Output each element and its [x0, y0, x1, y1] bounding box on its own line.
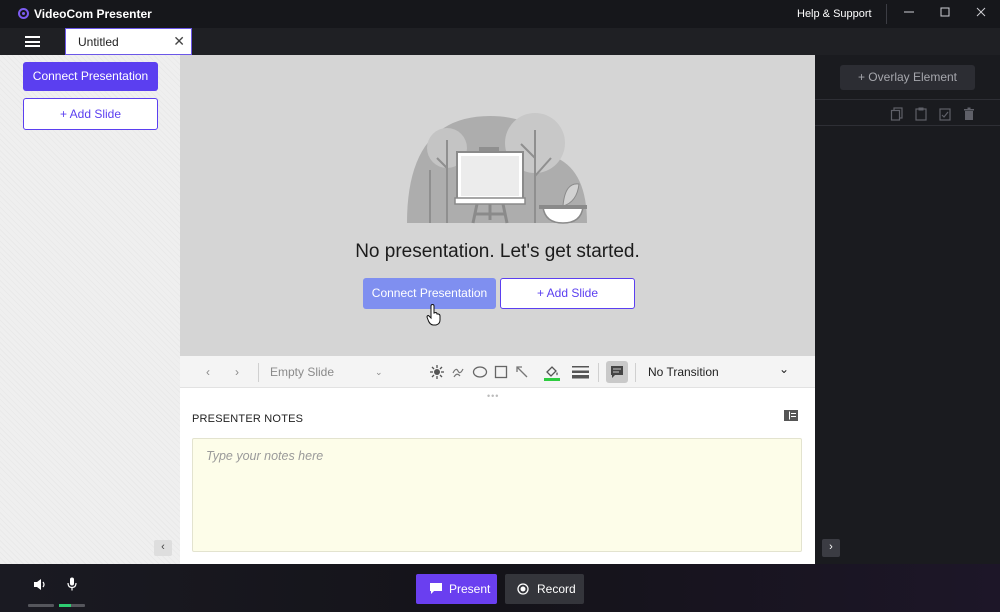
paste-special-icon[interactable]: [938, 107, 952, 121]
notes-title: PRESENTER NOTES: [192, 413, 304, 425]
overlay-panel: + Overlay Element ›: [815, 55, 1000, 564]
connect-presentation-button[interactable]: Connect Presentation: [23, 62, 158, 91]
microphone-level-meter: [59, 604, 85, 607]
app-logo-icon: [18, 8, 29, 19]
slide-toolbar: ‹ › Empty Slide ⌄ No Transition ⌄: [180, 356, 815, 388]
record-icon: [517, 583, 529, 595]
notes-layout-icon[interactable]: [784, 410, 798, 421]
spotlight-icon[interactable]: [429, 364, 445, 380]
close-window-icon[interactable]: [970, 4, 992, 24]
arrow-tool-icon[interactable]: [515, 365, 529, 379]
title-bar: VideoCom Presenter Help & Support: [0, 0, 1000, 28]
notes-input[interactable]: Type your notes here: [192, 438, 802, 552]
next-slide-icon[interactable]: ›: [235, 356, 239, 388]
title-separator: [886, 4, 887, 24]
transition-value: No Transition: [648, 365, 719, 379]
document-tab-name: Untitled: [78, 35, 119, 49]
empty-state-message: No presentation. Let's get started.: [355, 241, 640, 262]
fill-color-icon[interactable]: [543, 363, 561, 381]
chevron-down-icon: ⌄: [779, 362, 790, 376]
speaker-icon[interactable]: [33, 578, 47, 591]
add-slide-center-button[interactable]: + Add Slide: [500, 278, 635, 309]
line-width-icon[interactable]: [572, 365, 589, 379]
slide-layout-select[interactable]: Empty Slide ⌄: [270, 356, 385, 388]
collapse-panel-icon[interactable]: ‹: [154, 540, 172, 556]
microphone-level-fill: [59, 604, 71, 607]
freehand-draw-icon[interactable]: [451, 365, 465, 379]
presenter-notes-panel: ••• PRESENTER NOTES Type your notes here: [180, 388, 815, 564]
maximize-icon[interactable]: [934, 4, 956, 24]
hand-cursor-icon: [426, 304, 441, 326]
present-icon: [430, 583, 442, 594]
copy-icon[interactable]: [890, 107, 904, 121]
transition-select[interactable]: No Transition ⌄: [648, 356, 793, 388]
toolbar-separator: [258, 363, 259, 382]
record-label: Record: [537, 582, 576, 596]
ellipse-tool-icon[interactable]: [472, 365, 488, 379]
toolbar-separator: [635, 363, 636, 382]
document-tab[interactable]: Untitled ✕: [65, 28, 192, 55]
empty-presentation-illustration: [407, 113, 587, 224]
present-label: Present: [449, 582, 491, 596]
divider: [815, 125, 1000, 126]
expand-panel-icon[interactable]: ›: [822, 539, 840, 557]
record-button[interactable]: Record: [505, 574, 584, 604]
microphone-icon[interactable]: [67, 577, 77, 591]
help-support-link[interactable]: Help & Support: [797, 8, 872, 20]
overlay-element-button[interactable]: + Overlay Element: [840, 65, 975, 90]
menu-icon[interactable]: [25, 36, 40, 47]
tab-bar: Untitled ✕: [0, 28, 1000, 55]
slide-canvas: No presentation. Let's get started. Conn…: [180, 55, 815, 356]
chevron-down-icon: ⌄: [375, 367, 383, 377]
notes-toggle-icon[interactable]: [606, 361, 628, 383]
delete-icon[interactable]: [962, 107, 976, 121]
paste-icon[interactable]: [914, 107, 928, 121]
slide-layout-value: Empty Slide: [270, 365, 335, 379]
divider: [815, 99, 1000, 100]
slides-panel: Connect Presentation + Add Slide ‹: [0, 55, 180, 564]
present-button[interactable]: Present: [416, 574, 497, 604]
app-title: VideoCom Presenter: [34, 7, 152, 21]
add-slide-button[interactable]: + Add Slide: [23, 98, 158, 130]
resize-handle[interactable]: •••: [487, 391, 499, 401]
rectangle-tool-icon[interactable]: [494, 365, 508, 379]
bottom-bar: Present Record: [0, 564, 1000, 612]
minimize-icon[interactable]: [898, 4, 920, 24]
speaker-level-meter: [28, 604, 54, 607]
previous-slide-icon[interactable]: ‹: [206, 356, 210, 388]
close-tab-icon[interactable]: ✕: [173, 33, 185, 50]
toolbar-separator: [598, 363, 599, 382]
